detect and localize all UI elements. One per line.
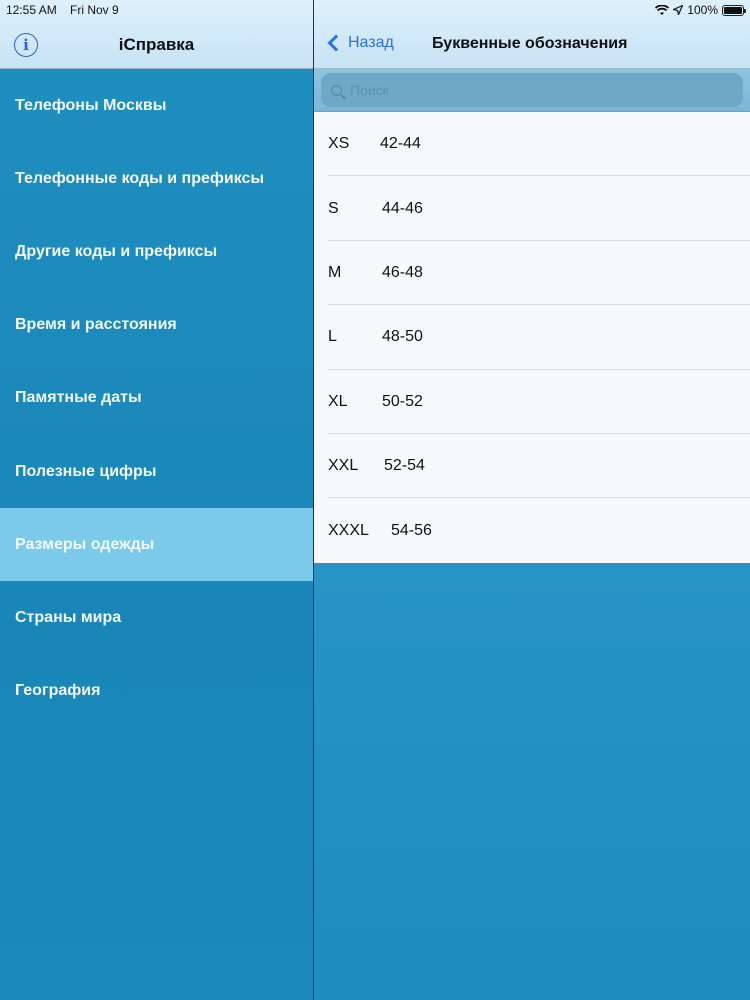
list-item[interactable]: XL 50-52: [314, 370, 750, 435]
sidebar-item-label: Страны мира: [15, 608, 122, 626]
size-range: 52-54: [384, 457, 425, 475]
sidebar-item-label: Телефонные коды и префиксы: [15, 169, 265, 187]
list-item[interactable]: S 44-46: [314, 176, 750, 242]
battery-percent: 100%: [687, 3, 718, 17]
sidebar-item-time-distance[interactable]: Время и расстояния: [0, 289, 313, 362]
size-range: 46-48: [382, 263, 423, 281]
size-label: XXXL: [328, 521, 369, 539]
size-label: S: [328, 199, 339, 217]
size-label: XS: [328, 135, 350, 153]
list-item[interactable]: XXXL 54-56: [314, 498, 750, 562]
sidebar-menu: Телефоны Москвы Телефонные коды и префик…: [0, 69, 313, 728]
sidebar-item-other-codes[interactable]: Другие коды и префиксы: [0, 215, 313, 288]
search-bar: [314, 69, 750, 112]
size-label: XXL: [328, 457, 359, 475]
back-button[interactable]: Назад: [326, 34, 394, 52]
detail-pane: Назад Буквенные обозначения XS 42-44 S 4…: [314, 0, 750, 1000]
sidebar: i iСправка Телефоны Москвы Телефонные ко…: [0, 0, 313, 1000]
list-item[interactable]: L 48-50: [314, 305, 750, 370]
page-title: Буквенные обозначения: [432, 35, 628, 52]
battery-fill: [724, 6, 742, 14]
status-date: Fri Nov 9: [70, 3, 119, 17]
size-range: 48-50: [382, 328, 423, 346]
app-title: iСправка: [118, 35, 195, 54]
search-input[interactable]: [350, 82, 730, 98]
search-field[interactable]: [321, 73, 743, 107]
sidebar-item-label: Полезные цифры: [15, 462, 157, 480]
location-arrow-icon: [673, 5, 684, 15]
sidebar-item-geography[interactable]: География: [0, 655, 313, 728]
sidebar-item-label: Памятные даты: [15, 389, 142, 407]
sidebar-item-label: География: [15, 682, 101, 700]
status-indicators: 100%: [655, 3, 746, 17]
sidebar-item-label: Время и расстояния: [15, 316, 177, 334]
size-range: 44-46: [382, 199, 423, 217]
status-bar: 12:55 AM Fri Nov 9 100%: [0, 0, 750, 20]
sidebar-item-label: Телефоны Москвы: [15, 96, 167, 114]
size-range: 54-56: [391, 521, 432, 539]
size-range: 42-44: [380, 135, 421, 153]
search-icon: [331, 84, 342, 96]
list-item[interactable]: XS 42-44: [314, 112, 750, 177]
size-list: XS 42-44 S 44-46 M 46-48 L 48-50 XL 50-5…: [314, 112, 750, 563]
sidebar-item-countries[interactable]: Страны мира: [0, 581, 313, 654]
sidebar-item-label: Размеры одежды: [15, 535, 155, 553]
size-label: XL: [328, 392, 348, 410]
sidebar-item-phone-codes[interactable]: Телефонные коды и префиксы: [0, 142, 313, 215]
list-item[interactable]: M 46-48: [314, 241, 750, 306]
sidebar-item-clothing-sizes[interactable]: Размеры одежды: [0, 508, 313, 582]
battery-icon: [722, 4, 746, 16]
sidebar-item-moscow-phones[interactable]: Телефоны Москвы: [0, 69, 313, 142]
wifi-icon: [655, 4, 670, 15]
size-label: M: [328, 263, 342, 281]
status-time: 12:55 AM: [6, 3, 57, 17]
chevron-left-icon: [327, 34, 345, 52]
sidebar-item-useful-numbers[interactable]: Полезные цифры: [0, 435, 313, 508]
back-button-label: Назад: [348, 34, 394, 51]
list-item[interactable]: XXL 52-54: [314, 434, 750, 499]
sidebar-item-label: Другие коды и префиксы: [15, 242, 218, 260]
size-range: 50-52: [382, 392, 423, 410]
sidebar-item-memorable-dates[interactable]: Памятные даты: [0, 362, 313, 435]
size-label: L: [328, 328, 337, 346]
